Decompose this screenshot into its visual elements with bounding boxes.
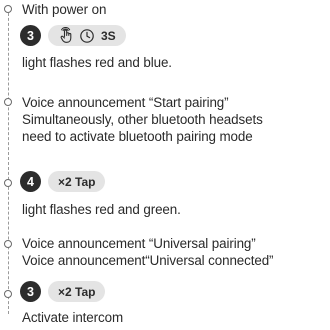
instruction-line: Simultaneously, other bluetooth headsets — [22, 112, 263, 127]
duration-label: 3S — [101, 28, 116, 43]
action-pill: 3S — [48, 25, 126, 46]
step-row: 3 ×2 Tap — [20, 281, 106, 302]
instruction-line: need to activate bluetooth pairing mode — [22, 129, 253, 144]
timeline-dot — [4, 290, 12, 298]
action-pill: ×2 Tap — [48, 171, 106, 192]
instruction-line: light flashes red and blue. — [22, 55, 172, 70]
instruction-line: Voice announcement “Start pairing” — [22, 95, 229, 110]
timeline-dot — [4, 98, 12, 106]
tap-count-label: ×2 Tap — [58, 284, 96, 299]
instruction-line: Voice announcement“Universal connected” — [22, 253, 274, 268]
instruction-line: With power on — [22, 2, 107, 17]
instruction-text: Voice announcement “Universal pairing” V… — [22, 235, 274, 269]
step-number-badge: 4 — [20, 171, 41, 192]
timeline-dot — [4, 179, 12, 187]
instruction-line: Voice announcement “Universal pairing” — [22, 236, 256, 251]
step-number-badge: 3 — [20, 25, 41, 46]
instruction-text: light flashes red and green. — [22, 201, 181, 218]
tap-count-label: ×2 Tap — [58, 174, 96, 189]
step-row: 3 3S — [20, 25, 126, 46]
instruction-text: light flashes red and blue. — [22, 54, 172, 71]
instruction-line: light flashes red and green. — [22, 202, 181, 217]
timeline-dashed-line — [8, 8, 9, 314]
instruction-text: With power on — [22, 1, 106, 18]
timeline-dot — [4, 240, 12, 248]
step-row: 4 ×2 Tap — [20, 171, 106, 192]
instruction-text: Activate intercom — [22, 309, 123, 326]
tap-hold-icon — [58, 27, 75, 44]
action-pill: ×2 Tap — [48, 281, 106, 302]
instruction-text: Voice announcement “Start pairing” Simul… — [22, 94, 263, 145]
instruction-line: Activate intercom — [22, 310, 123, 325]
clock-icon — [79, 28, 95, 44]
step-number-badge: 3 — [20, 281, 41, 302]
timeline-dot — [4, 5, 12, 13]
